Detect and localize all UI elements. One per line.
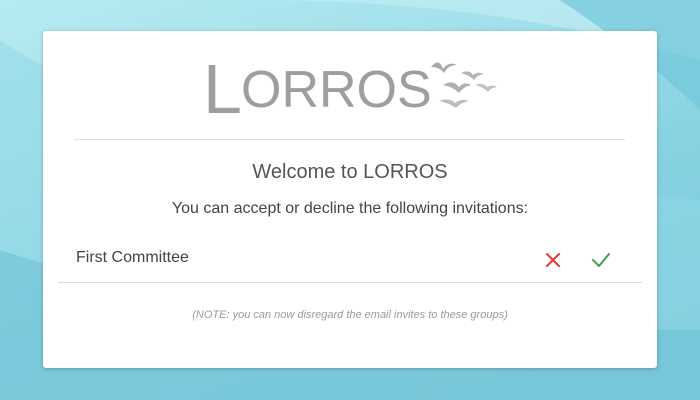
lorros-logo: L ORROS: [203, 45, 503, 128]
disregard-email-note: (NOTE: you can now disregard the email i…: [192, 309, 508, 321]
svg-text:ORROS: ORROS: [241, 61, 432, 119]
invitation-name: First Committee: [76, 249, 189, 266]
welcome-title: Welcome to LORROS: [252, 161, 448, 183]
svg-text:L: L: [203, 50, 240, 125]
header-divider: [74, 139, 625, 140]
close-icon: [546, 253, 560, 267]
checkmark-icon: [592, 253, 610, 267]
invitation-row: First Committee: [58, 239, 642, 283]
invitations-instructions: You can accept or decline the following …: [171, 200, 529, 217]
invitations-card: L ORROS Welcome to LORROS You can accept…: [43, 31, 657, 368]
accept-button[interactable]: [588, 247, 614, 273]
decline-button[interactable]: [540, 247, 566, 273]
